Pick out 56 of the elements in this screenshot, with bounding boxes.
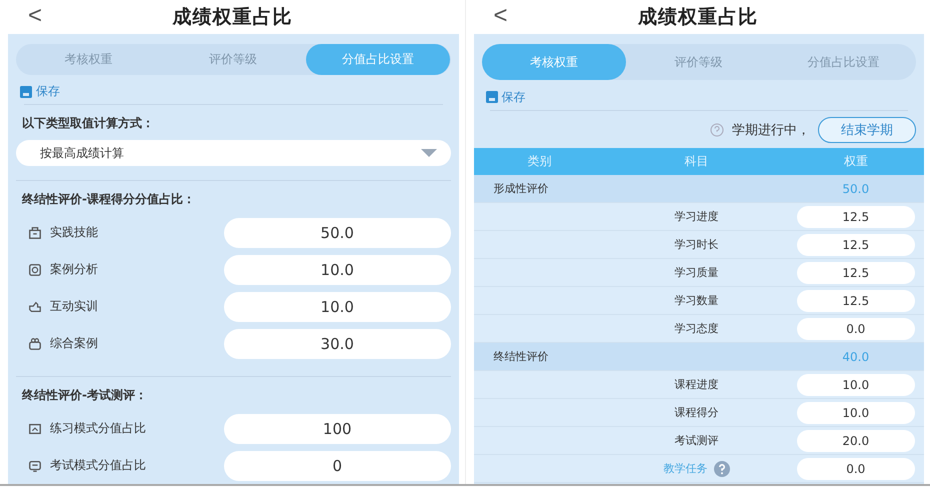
help-icon[interactable] — [710, 123, 724, 137]
weight-field[interactable]: 10.0 — [796, 374, 915, 396]
page-title: 成绩权重占比 — [172, 5, 292, 30]
item-label: 案例分析 — [50, 261, 98, 278]
weight-field[interactable]: 12.5 — [796, 290, 915, 312]
group-weight: 50.0 — [842, 182, 870, 196]
value-field[interactable]: 100 — [224, 414, 450, 444]
value-field[interactable]: 10.0 — [224, 254, 450, 285]
weight-field[interactable]: 12.5 — [796, 262, 915, 284]
calc-method-dropdown[interactable]: 按最高成绩计算 — [16, 140, 450, 166]
item-icon — [28, 422, 42, 436]
page-title: 成绩权重占比 — [638, 5, 758, 30]
save-icon — [20, 86, 32, 98]
caret-icon — [420, 149, 436, 158]
help-icon[interactable] — [714, 460, 730, 476]
weight-field[interactable]: 0.0 — [796, 318, 915, 340]
weight-field[interactable]: 20.0 — [796, 430, 915, 452]
item-label: 综合案例 — [50, 335, 98, 352]
column-header: 权重 — [842, 153, 869, 170]
subject-cell: 学习态度 — [674, 321, 718, 336]
section-heading: 以下类型取值计算方式： — [22, 115, 155, 132]
value-field[interactable]: 50.0 — [224, 218, 450, 248]
subject-cell: 考试测评 — [674, 433, 718, 448]
item-icon — [28, 262, 42, 277]
subject-cell: 学习数量 — [674, 293, 718, 308]
group-weight: 40.0 — [842, 350, 870, 364]
section-heading: 终结性评价-考试测评： — [22, 387, 148, 404]
value-field[interactable]: 10.0 — [224, 292, 450, 322]
item-label: 实践技能 — [50, 224, 98, 242]
save-icon — [486, 91, 498, 103]
back-button[interactable]: < — [28, 3, 42, 29]
item-label: 考试模式分值占比 — [50, 457, 146, 474]
subject-cell: 学习质量 — [674, 265, 718, 280]
item-label: 互动实训 — [50, 298, 98, 316]
weight-field[interactable]: 12.5 — [796, 234, 915, 256]
subject-cell: 课程得分 — [674, 405, 718, 420]
term-status: 学期进行中， — [732, 122, 810, 139]
section-heading: 终结性评价-课程得分分值占比： — [22, 191, 196, 208]
item-label: 练习模式分值占比 — [50, 420, 146, 438]
subject-cell: 学习时长 — [674, 237, 718, 252]
column-header: 类别 — [526, 153, 552, 170]
category-cell: 形成性评价 — [494, 181, 548, 196]
item-icon — [28, 336, 42, 351]
value-field[interactable]: 30.0 — [224, 328, 450, 359]
column-header: 科目 — [684, 153, 710, 170]
item-icon — [28, 300, 42, 314]
subject-cell: 课程进度 — [674, 377, 718, 392]
weight-field[interactable]: 0.0 — [796, 458, 915, 480]
item-icon — [28, 458, 42, 473]
weight-field[interactable]: 10.0 — [796, 402, 915, 424]
category-cell: 终结性评价 — [494, 349, 548, 364]
weight-field[interactable]: 12.5 — [796, 206, 915, 228]
item-icon — [28, 226, 42, 240]
back-button[interactable]: < — [494, 3, 508, 29]
value-field[interactable]: 0 — [224, 450, 450, 481]
subject-cell: 学习进度 — [674, 209, 718, 224]
